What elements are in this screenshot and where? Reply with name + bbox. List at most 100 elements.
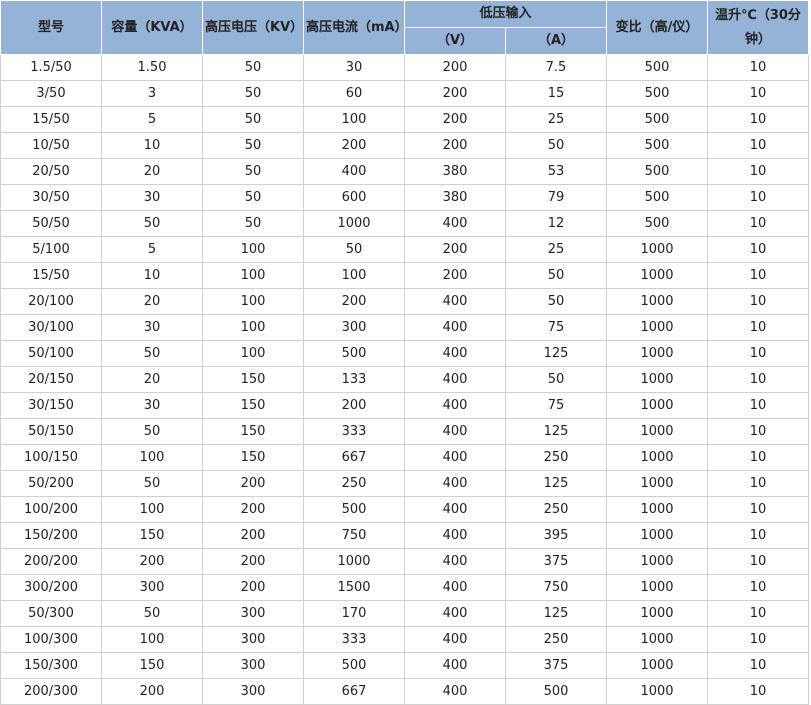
cell-temp-rise: 10 [707, 548, 810, 575]
table-row: 30/50 30 50 600 380 79 500 10 [0, 184, 810, 211]
cell-temp-rise: 10 [707, 392, 810, 419]
cell-lv-voltage: 380 [404, 184, 506, 211]
cell-lv-voltage: 400 [404, 366, 506, 393]
cell-hv-voltage: 50 [202, 158, 304, 185]
cell-hv-current: 600 [303, 184, 405, 211]
cell-lv-current: 375 [504, 548, 608, 575]
cell-lv-current: 79 [504, 184, 608, 211]
cell-capacity: 5 [101, 106, 203, 133]
cell-lv-voltage: 400 [404, 652, 506, 679]
header-ratio: 变比（高/仪） [606, 0, 709, 55]
cell-hv-current: 100 [303, 262, 405, 289]
cell-hv-voltage: 200 [202, 522, 304, 549]
cell-hv-voltage: 50 [202, 80, 304, 107]
cell-model: 15/50 [0, 106, 102, 133]
cell-temp-rise: 10 [707, 626, 810, 653]
cell-lv-voltage: 400 [404, 392, 506, 419]
header-hv-voltage: 高压电压（KV） [202, 0, 304, 55]
cell-ratio: 500 [606, 210, 709, 237]
cell-temp-rise: 10 [707, 262, 810, 289]
table-row: 150/300 150 300 500 400 375 1000 10 [0, 652, 810, 679]
cell-model: 50/50 [0, 210, 102, 237]
cell-lv-current: 25 [504, 106, 608, 133]
cell-capacity: 150 [101, 522, 203, 549]
cell-hv-voltage: 300 [202, 600, 304, 627]
header-lv-v: （V） [404, 27, 506, 55]
cell-capacity: 50 [101, 600, 203, 627]
table-row: 30/100 30 100 300 400 75 1000 10 [0, 314, 810, 341]
cell-lv-voltage: 400 [404, 288, 506, 315]
cell-ratio: 1000 [606, 366, 709, 393]
cell-temp-rise: 10 [707, 444, 810, 471]
table-row: 200/200 200 200 1000 400 375 1000 10 [0, 548, 810, 575]
cell-capacity: 1.50 [101, 54, 203, 81]
cell-hv-current: 50 [303, 236, 405, 263]
cell-model: 300/200 [0, 574, 102, 601]
cell-ratio: 1000 [606, 288, 709, 315]
cell-lv-voltage: 200 [404, 236, 506, 263]
cell-capacity: 100 [101, 496, 203, 523]
cell-hv-voltage: 150 [202, 444, 304, 471]
cell-ratio: 1000 [606, 314, 709, 341]
cell-lv-current: 250 [504, 626, 608, 653]
cell-lv-voltage: 400 [404, 496, 506, 523]
cell-hv-voltage: 100 [202, 262, 304, 289]
cell-lv-voltage: 400 [404, 548, 506, 575]
cell-model: 100/150 [0, 444, 102, 471]
cell-model: 20/100 [0, 288, 102, 315]
cell-capacity: 50 [101, 340, 203, 367]
header-temp-line2: 钟） [745, 31, 772, 47]
cell-temp-rise: 10 [707, 210, 810, 237]
cell-hv-voltage: 200 [202, 496, 304, 523]
cell-hv-current: 400 [303, 158, 405, 185]
cell-temp-rise: 10 [707, 600, 810, 627]
table-body: 1.5/50 1.50 50 30 200 7.5 500 10 3/50 3 50 60 200 15 5… [0, 54, 810, 705]
cell-temp-rise: 10 [707, 470, 810, 497]
cell-lv-current: 375 [504, 652, 608, 679]
cell-ratio: 1000 [606, 600, 709, 627]
cell-model: 150/300 [0, 652, 102, 679]
cell-hv-current: 300 [303, 314, 405, 341]
cell-hv-voltage: 200 [202, 470, 304, 497]
cell-hv-current: 667 [303, 678, 405, 705]
cell-temp-rise: 10 [707, 236, 810, 263]
cell-lv-voltage: 400 [404, 340, 506, 367]
cell-model: 1.5/50 [0, 54, 102, 81]
table-row: 15/50 5 50 100 200 25 500 10 [0, 106, 810, 133]
cell-ratio: 1000 [606, 262, 709, 289]
cell-temp-rise: 10 [707, 574, 810, 601]
cell-hv-voltage: 100 [202, 314, 304, 341]
table-row: 100/150 100 150 667 400 250 1000 10 [0, 444, 810, 471]
cell-temp-rise: 10 [707, 496, 810, 523]
cell-hv-current: 200 [303, 132, 405, 159]
table-row: 10/50 10 50 200 200 50 500 10 [0, 132, 810, 159]
cell-lv-voltage: 380 [404, 158, 506, 185]
spec-table: 型号 容量（KVA） 高压电压（KV） 高压电流（mA） 低压输入 变比（高/仪… [0, 0, 810, 705]
cell-lv-current: 750 [504, 574, 608, 601]
table-row: 20/150 20 150 133 400 50 1000 10 [0, 366, 810, 393]
cell-temp-rise: 10 [707, 418, 810, 445]
cell-lv-current: 50 [504, 262, 608, 289]
cell-hv-voltage: 300 [202, 626, 304, 653]
cell-capacity: 50 [101, 210, 203, 237]
cell-lv-current: 75 [504, 392, 608, 419]
cell-capacity: 100 [101, 444, 203, 471]
cell-capacity: 200 [101, 678, 203, 705]
cell-model: 20/150 [0, 366, 102, 393]
table-row: 20/50 20 50 400 380 53 500 10 [0, 158, 810, 185]
header-lv-input: 低压输入 [403, 0, 608, 28]
cell-capacity: 200 [101, 548, 203, 575]
cell-hv-current: 100 [303, 106, 405, 133]
cell-temp-rise: 10 [707, 184, 810, 211]
cell-model: 50/200 [0, 470, 102, 497]
cell-model: 200/200 [0, 548, 102, 575]
cell-lv-voltage: 400 [404, 600, 506, 627]
cell-lv-voltage: 400 [404, 210, 506, 237]
cell-lv-current: 53 [504, 158, 608, 185]
cell-model: 5/100 [0, 236, 102, 263]
cell-hv-voltage: 50 [202, 210, 304, 237]
cell-temp-rise: 10 [707, 340, 810, 367]
cell-model: 150/200 [0, 522, 102, 549]
cell-hv-current: 133 [303, 366, 405, 393]
cell-model: 30/50 [0, 184, 102, 211]
